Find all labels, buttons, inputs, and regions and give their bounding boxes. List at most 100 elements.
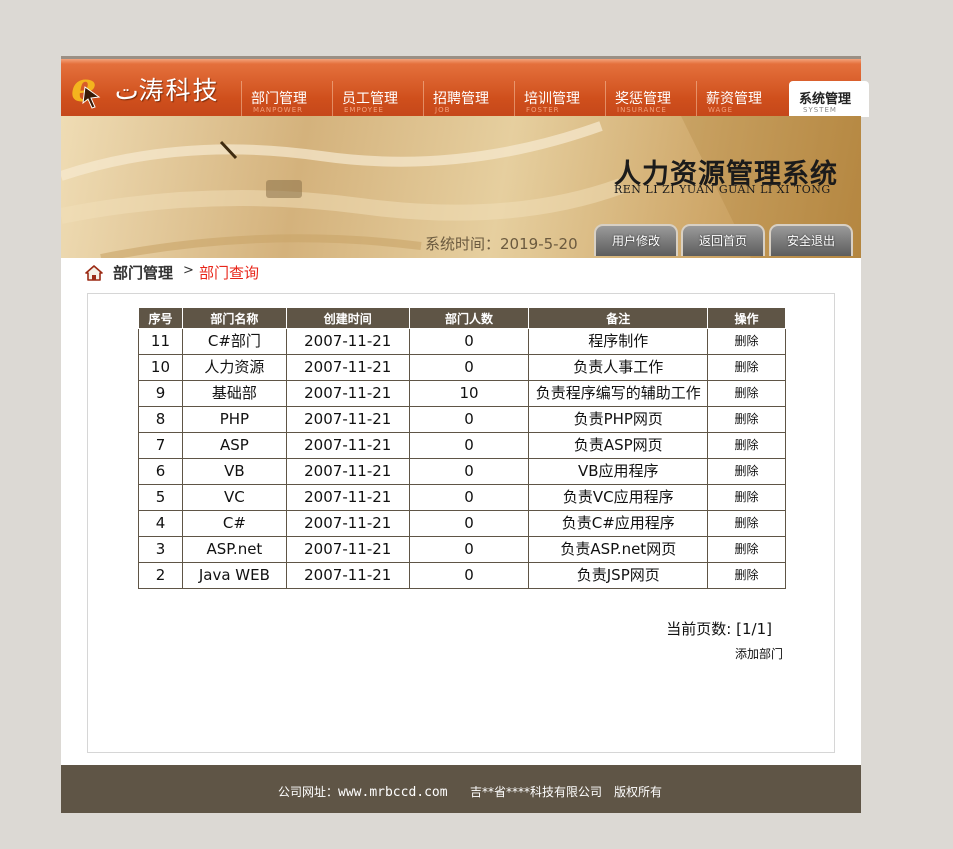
nav-tab-system[interactable]: 系统管理 SYSTEM <box>789 81 869 117</box>
cell-col-created: 2007-11-21 <box>285 380 410 407</box>
table-row: 7 ASP 2007-11-21 0 负责ASP网页 删除 <box>138 432 786 459</box>
table-row: 3 ASP.net 2007-11-21 0 负责ASP.net网页 删除 <box>138 536 786 563</box>
home-icon <box>85 265 103 281</box>
cell-col-count: 0 <box>408 484 530 511</box>
cell-col-index: 11 <box>138 328 183 355</box>
cell-col-index: 6 <box>138 458 183 485</box>
header-col-remark: 备注 <box>528 307 709 329</box>
cell-col-remark: 负责C#应用程序 <box>528 510 709 537</box>
cell-col-created: 2007-11-21 <box>285 510 410 537</box>
table-row: 6 VB 2007-11-21 0 VB应用程序 删除 <box>138 458 786 485</box>
breadcrumb-section[interactable]: 部门管理 <box>113 262 173 283</box>
cell-col-remark: 负责程序编写的辅助工作 <box>528 380 709 407</box>
header-col-action: 操作 <box>707 307 786 329</box>
app-window: e ت涛科技 部门管理 MANPOWER 员工管理 EMPOYEE 招聘管理 JOB 培训管… <box>61 56 869 813</box>
content-panel: 序号 部门名称 创建时间 部门人数 备注 操作 11 C#部门 2007-11-21 0 程序制作… <box>87 293 835 753</box>
cell-col-count: 0 <box>408 510 530 537</box>
delete-link[interactable]: 删除 <box>707 380 786 407</box>
header-col-count: 部门人数 <box>408 307 530 329</box>
cell-col-created: 2007-11-21 <box>285 562 410 589</box>
cell-col-index: 9 <box>138 380 183 407</box>
edit-user-button[interactable]: 用户修改 <box>594 224 678 256</box>
nav-tab-label: 奖惩管理 <box>615 91 671 107</box>
system-time-label: 系统时间： <box>425 235 501 253</box>
nav-tab-label: 员工管理 <box>342 91 398 107</box>
table-header-row: 序号 部门名称 创建时间 部门人数 备注 操作 <box>138 307 786 329</box>
delete-link[interactable]: 删除 <box>707 562 786 589</box>
table-row: 11 C#部门 2007-11-21 0 程序制作 删除 <box>138 328 786 355</box>
breadcrumb-current: 部门查询 <box>199 264 260 282</box>
nav-tab-sublabel: MANPOWER <box>253 106 304 114</box>
system-time: 系统时间：2019-5-20 <box>425 233 578 254</box>
delete-link[interactable]: 删除 <box>707 536 786 563</box>
footer-url-label: 公司网址： <box>278 785 339 799</box>
cell-col-remark: 负责PHP网页 <box>528 406 709 433</box>
cell-col-index: 3 <box>138 536 183 563</box>
cell-col-name: C# <box>181 510 287 537</box>
nav-tab-salary[interactable]: 薪资管理 WAGE <box>696 81 787 117</box>
nav-tab-sublabel: JOB <box>435 106 451 114</box>
nav-tab-reward[interactable]: 奖惩管理 INSURANCE <box>605 81 696 117</box>
footer-url-link[interactable]: www.mrbccd.com <box>338 785 448 800</box>
delete-link[interactable]: 删除 <box>707 484 786 511</box>
header-col-created: 创建时间 <box>285 307 410 329</box>
cell-col-created: 2007-11-21 <box>285 432 410 459</box>
nav-tab-training[interactable]: 培训管理 FOSTER <box>514 81 605 117</box>
cell-col-count: 0 <box>408 458 530 485</box>
nav-tab-employee[interactable]: 员工管理 EMPOYEE <box>332 81 423 117</box>
delete-link[interactable]: 删除 <box>707 510 786 537</box>
table-body: 11 C#部门 2007-11-21 0 程序制作 删除 10 人力资源 2007-11-21 0… <box>138 328 786 589</box>
cell-col-remark: 负责ASP.net网页 <box>528 536 709 563</box>
delete-link[interactable]: 删除 <box>707 406 786 433</box>
footer-company: 吉**省****科技有限公司 <box>470 785 603 799</box>
add-department-link[interactable]: 添加部门 <box>735 645 783 662</box>
cell-col-count: 10 <box>408 380 530 407</box>
cell-col-name: ASP <box>181 432 287 459</box>
nav-tab-sublabel: WAGE <box>708 106 734 114</box>
cell-col-count: 0 <box>408 536 530 563</box>
breadcrumb-separator: > <box>183 263 194 278</box>
cell-col-created: 2007-11-21 <box>285 328 410 355</box>
cell-col-remark: 负责ASP网页 <box>528 432 709 459</box>
pager-value: [1/1] <box>736 620 772 638</box>
cell-col-index: 2 <box>138 562 183 589</box>
cell-col-name: PHP <box>181 406 287 433</box>
delete-link[interactable]: 删除 <box>707 458 786 485</box>
logout-button[interactable]: 安全退出 <box>769 224 853 256</box>
delete-link[interactable]: 删除 <box>707 432 786 459</box>
cell-col-name: VC <box>181 484 287 511</box>
cell-col-remark: 负责人事工作 <box>528 354 709 381</box>
brand-name: ت涛科技 <box>115 76 220 105</box>
cell-col-remark: 程序制作 <box>528 328 709 355</box>
delete-link[interactable]: 删除 <box>707 328 786 355</box>
nav-tab-label: 招聘管理 <box>433 91 489 107</box>
table-row: 4 C# 2007-11-21 0 负责C#应用程序 删除 <box>138 510 786 537</box>
table-row: 10 人力资源 2007-11-21 0 负责人事工作 删除 <box>138 354 786 381</box>
system-time-value: 2019-5-20 <box>500 235 578 253</box>
delete-link[interactable]: 删除 <box>707 354 786 381</box>
nav-tab-department[interactable]: 部门管理 MANPOWER <box>241 81 332 117</box>
cell-col-created: 2007-11-21 <box>285 406 410 433</box>
nav-tab-label: 薪资管理 <box>706 91 762 107</box>
header-col-name: 部门名称 <box>181 307 287 329</box>
cell-col-name: 基础部 <box>181 380 287 407</box>
top-bar: e ت涛科技 部门管理 MANPOWER 员工管理 EMPOYEE 招聘管理 JOB 培训管… <box>61 56 869 117</box>
nav-tab-recruit[interactable]: 招聘管理 JOB <box>423 81 514 117</box>
cell-col-index: 10 <box>138 354 183 381</box>
nav-tab-sublabel: INSURANCE <box>617 106 667 114</box>
main-nav: 部门管理 MANPOWER 员工管理 EMPOYEE 招聘管理 JOB 培训管理 FOSTER… <box>241 81 869 117</box>
nav-tab-sublabel: FOSTER <box>526 106 560 114</box>
department-table: 序号 部门名称 创建时间 部门人数 备注 操作 11 C#部门 2007-11-21 0 程序制作… <box>138 307 786 589</box>
cell-col-remark: 负责JSP网页 <box>528 562 709 589</box>
cell-col-index: 7 <box>138 432 183 459</box>
cell-col-count: 0 <box>408 432 530 459</box>
cell-col-created: 2007-11-21 <box>285 484 410 511</box>
footer: 公司网址：www.mrbccd.com 吉**省****科技有限公司 版权所有 <box>61 765 861 813</box>
back-home-button[interactable]: 返回首页 <box>681 224 765 256</box>
cell-col-name: C#部门 <box>181 328 287 355</box>
cell-col-index: 8 <box>138 406 183 433</box>
table-row: 9 基础部 2007-11-21 10 负责程序编写的辅助工作 删除 <box>138 380 786 407</box>
table-row: 8 PHP 2007-11-21 0 负责PHP网页 删除 <box>138 406 786 433</box>
header-col-index: 序号 <box>138 307 183 329</box>
cell-col-count: 0 <box>408 354 530 381</box>
